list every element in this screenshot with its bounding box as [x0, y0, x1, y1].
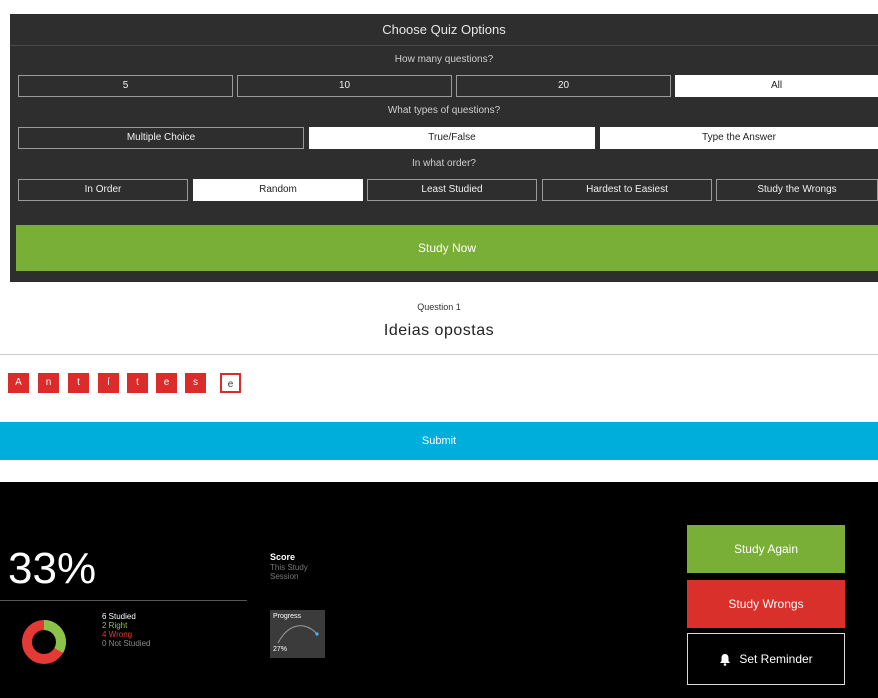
set-reminder-label: Set Reminder — [739, 652, 813, 666]
order-option-least-studied[interactable]: Least Studied — [367, 179, 537, 201]
bell-icon — [720, 654, 731, 667]
question-divider — [0, 354, 878, 355]
score-subtitle: This Study Session — [270, 563, 308, 581]
order-option-hardest-to-easiest[interactable]: Hardest to Easiest — [542, 179, 712, 201]
count-option-10[interactable]: 10 — [237, 75, 452, 97]
answer-letter-box[interactable]: e — [156, 373, 177, 393]
progress-label: Progress — [273, 613, 302, 620]
order-option-random[interactable]: Random — [193, 179, 363, 201]
study-again-button[interactable]: Study Again — [687, 525, 845, 573]
set-reminder-button[interactable]: Set Reminder — [687, 633, 845, 685]
progress-value: 27% — [273, 646, 288, 653]
count-option-20[interactable]: 20 — [456, 75, 671, 97]
answer-letter-box[interactable]: n — [38, 373, 59, 393]
study-now-button[interactable]: Study Now — [16, 225, 878, 271]
type-option-true-false[interactable]: True/False — [309, 127, 595, 149]
answer-letter-box[interactable]: t — [68, 373, 89, 393]
quiz-options-panel: Choose Quiz Options How many questions? … — [10, 14, 878, 282]
quiz-options-title: Choose Quiz Options — [10, 14, 878, 46]
score-donut-chart — [22, 620, 66, 664]
answer-letter-box-active[interactable]: e — [220, 373, 241, 393]
answer-letter-box[interactable]: s — [185, 373, 206, 393]
stat-not-studied: 0 Not Studied — [102, 639, 151, 648]
question-number: Question 1 — [417, 302, 461, 312]
answer-letter-box[interactable]: í — [98, 373, 119, 393]
order-option-in-order[interactable]: In Order — [18, 179, 188, 201]
progress-widget[interactable]: Progress 27% — [270, 610, 325, 658]
question-order-heading: In what order? — [412, 158, 476, 169]
type-option-type-the-answer[interactable]: Type the Answer — [600, 127, 878, 149]
question-type-heading: What types of questions? — [387, 105, 501, 116]
study-wrongs-button[interactable]: Study Wrongs — [687, 580, 845, 628]
score-divider — [0, 600, 247, 601]
order-option-study-the-wrongs[interactable]: Study the Wrongs — [716, 179, 878, 201]
score-percentage: 33% — [8, 544, 97, 593]
question-prompt: Ideias opostas — [383, 322, 495, 339]
stat-wrong: 4 Wrong — [102, 630, 133, 639]
answer-letter-box[interactable]: t — [127, 373, 148, 393]
count-option-all[interactable]: All — [675, 75, 878, 97]
donut-right-segment — [43, 620, 66, 653]
question-count-heading: How many questions? — [394, 54, 494, 65]
results-panel: 33% 6 Studied 2 Right 4 Wrong 0 Not Stud… — [0, 482, 878, 698]
stat-right: 2 Right — [102, 621, 128, 630]
study-stats: 6 Studied 2 Right 4 Wrong 0 Not Studied — [102, 612, 150, 648]
answer-letter-box[interactable]: A — [8, 373, 29, 393]
stat-studied: 6 Studied — [102, 612, 136, 621]
count-option-5[interactable]: 5 — [18, 75, 233, 97]
submit-button[interactable]: Submit — [0, 422, 878, 460]
score-title: Score — [270, 552, 296, 562]
type-option-multiple-choice[interactable]: Multiple Choice — [18, 127, 304, 149]
